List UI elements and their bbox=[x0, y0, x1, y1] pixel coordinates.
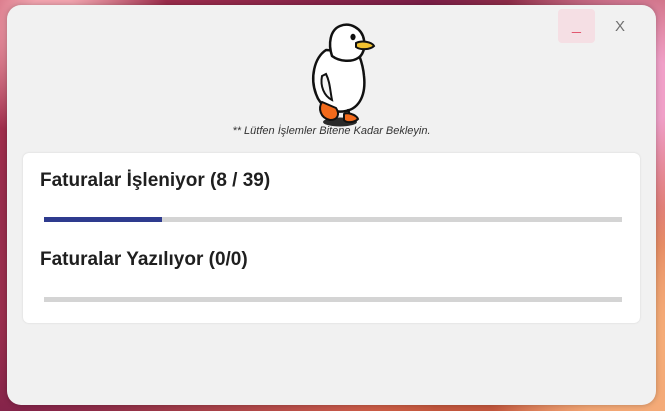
invoices-processing-label: Faturalar İşleniyor (8 / 39) bbox=[40, 170, 271, 191]
invoices-writing-label: Faturalar Yazılıyor (0/0) bbox=[40, 249, 248, 270]
duck-mascot-icon bbox=[312, 23, 376, 127]
minimize-button[interactable]: _ bbox=[558, 9, 595, 43]
invoices-writing-progress-bar bbox=[44, 297, 622, 302]
close-button[interactable]: X bbox=[606, 12, 634, 40]
invoices-processing-progress-bar bbox=[44, 217, 622, 222]
close-icon: X bbox=[614, 17, 625, 35]
progress-dialog: _ X ** Lütfen İşlemler Bitene Kadar Bekl… bbox=[7, 5, 656, 405]
progress-panel: Faturalar İşleniyor (8 / 39) Faturalar Y… bbox=[23, 153, 640, 323]
invoices-processing-progress-fill bbox=[44, 217, 163, 222]
wait-note: ** Lütfen İşlemler Bitene Kadar Bekleyin… bbox=[232, 125, 431, 137]
minimize-icon: _ bbox=[572, 17, 581, 34]
